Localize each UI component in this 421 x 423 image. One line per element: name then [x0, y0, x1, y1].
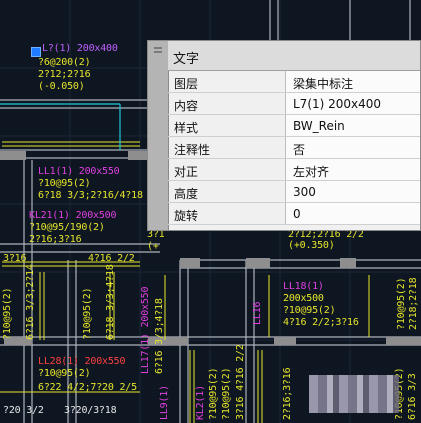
ll18-line4: 4?16 2/2;3?16 [283, 317, 359, 328]
vert-label-13[interactable]: KL2(1) [195, 385, 206, 420]
property-row-annotative[interactable]: 注释性 否 [168, 137, 420, 159]
vert-label-15: 2?16;3?16 [282, 367, 293, 420]
vert-label-5[interactable]: LL17(1) 200x550 [140, 287, 151, 374]
partial-left-line3: (+ [147, 241, 159, 252]
property-row-contents[interactable]: 内容 L7(1) 200x400 [168, 93, 420, 115]
property-row-height[interactable]: 高度 300 [168, 181, 420, 203]
section-header-text[interactable]: 文字 [168, 41, 420, 71]
ll18-line1[interactable]: LL18(1) [283, 282, 324, 292]
vert-label-6: 6?16 3/3;4?18 [154, 298, 165, 374]
property-value[interactable]: 0 [286, 203, 420, 224]
property-name: 样式 [168, 115, 286, 136]
bottom-left-label-2: 4?16 2/2 [88, 253, 135, 264]
vert-label-12: 3?16 4?16 2/2 [235, 344, 246, 420]
vert-label-4: 6?18 3/3;4?18 [105, 264, 116, 340]
selected-note-line4: (-0.050) [38, 81, 85, 92]
property-row-rotation[interactable]: 旋转 0 [168, 203, 420, 225]
palette-grip-icon [154, 51, 162, 53]
properties-palette[interactable]: 文字 图层 梁集中标注 内容 L7(1) 200x400 样式 BW_Rein … [147, 40, 421, 231]
ll1-line1[interactable]: LL1(1) 200x550 [38, 167, 120, 177]
palette-title-bar[interactable] [148, 41, 169, 230]
selected-note-line2: ?6@200(2) [38, 57, 91, 68]
vert-label-11: ?10@95(2) [221, 367, 232, 420]
partial-left-line2: 3?1 [147, 229, 165, 240]
property-value[interactable]: 300 [286, 181, 420, 202]
property-name: 旋转 [168, 203, 286, 224]
blurred-region [309, 375, 399, 413]
vert-label-3: ?10@95(2) [82, 287, 93, 340]
ll1-line2: ?10@95(2) [38, 178, 91, 189]
property-name: 内容 [168, 93, 286, 114]
vert-label-7[interactable]: LL16 [252, 302, 263, 325]
vert-label-8: ?10@95(2) [396, 277, 407, 330]
vert-label-10[interactable]: LL9(1) [159, 385, 170, 420]
property-value[interactable]: 梁集中标注 [286, 71, 420, 92]
bottom-left-label: 3?16 [3, 253, 27, 264]
ll1-line3: 6?18 3/3;2?16/4?18 [38, 190, 143, 201]
property-value[interactable]: 否 [286, 137, 420, 158]
kl21-line3: 2?16;3?16 [29, 234, 82, 245]
property-name: 高度 [168, 181, 286, 202]
ll28-line3: 6?22 4/2;7?20 2/5 [38, 382, 137, 393]
ll28-line2: ?10@95(2) [38, 368, 91, 379]
right-upper-line2: (+0.350) [288, 240, 335, 251]
vert-label-9: 2?18;2?18 [408, 277, 419, 330]
property-value[interactable]: BW_Rein [286, 115, 420, 136]
property-row-style[interactable]: 样式 BW_Rein [168, 115, 420, 137]
palette-grip-icon [154, 47, 162, 49]
kl21-line2: ?10@95/190(2) [29, 222, 105, 233]
property-name: 注释性 [168, 137, 286, 158]
property-value[interactable]: L7(1) 200x400 [286, 93, 420, 114]
bottom-label-2: 3?20/3?18 [64, 405, 117, 416]
right-upper-line1: 2?12;2?16 2/2 [288, 229, 364, 240]
vert-label-1: ?10@95(2) [2, 287, 13, 340]
property-row-justify[interactable]: 对正 左对齐 [168, 159, 420, 181]
property-name: 对正 [168, 159, 286, 180]
ll28-line1[interactable]: LL28(1) 200x550 [38, 357, 126, 367]
vert-label-2: 6?16 3/3;2?14 [25, 264, 36, 340]
property-name: 图层 [168, 71, 286, 92]
ll18-line3: ?10@95(2) [283, 305, 336, 316]
cyan-outline [0, 103, 121, 150]
property-value[interactable]: 左对齐 [286, 159, 420, 180]
kl21-line1[interactable]: KL21(1) 200x500 [29, 211, 117, 221]
property-row-layer[interactable]: 图层 梁集中标注 [168, 71, 420, 93]
vert-label-14: ?10@95(2) [208, 367, 219, 420]
ll18-line2: 200x500 [283, 293, 324, 304]
bottom-label-1: ?20 3/2 [3, 405, 44, 416]
selection-grip[interactable] [31, 47, 41, 57]
selected-note-line3: 2?12;2?16 [38, 69, 91, 80]
selected-note-line1[interactable]: L?(1) 200x400 [42, 44, 118, 54]
vert-label-17: 6?16 3/3 [407, 373, 418, 420]
